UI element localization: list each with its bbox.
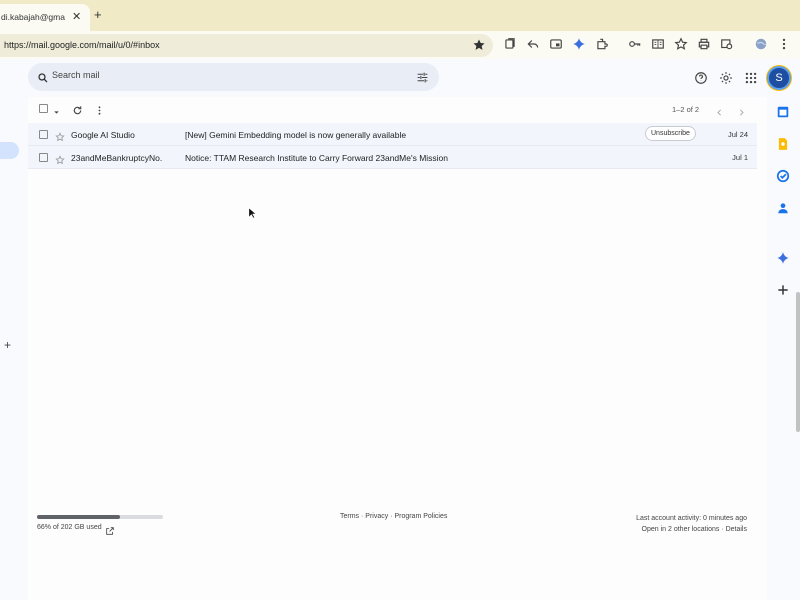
gemini-icon[interactable] xyxy=(776,251,790,270)
tasks-icon[interactable] xyxy=(776,169,790,188)
reading-mode-icon[interactable] xyxy=(651,37,665,51)
open-external-icon[interactable] xyxy=(105,523,115,541)
browser-tab[interactable]: di.kabajah@gmail.com ✕ xyxy=(0,4,90,31)
extensions-icon[interactable] xyxy=(595,37,609,51)
create-label-button[interactable]: + xyxy=(4,338,11,352)
email-checkbox[interactable] xyxy=(39,130,48,139)
calendar-icon[interactable] xyxy=(776,105,790,124)
account-activity: Last account activity: 0 minutes ago Ope… xyxy=(636,513,747,535)
email-sender: Google AI Studio xyxy=(71,130,135,140)
email-subject: Notice: TTAM Research Institute to Carry… xyxy=(185,153,449,163)
email-checkbox[interactable] xyxy=(39,153,48,162)
picture-in-picture-icon[interactable] xyxy=(549,37,563,51)
gmail-header xyxy=(0,59,800,97)
translate-icon[interactable] xyxy=(720,37,734,51)
tab-close-icon[interactable]: ✕ xyxy=(72,10,81,23)
footer-links[interactable]: Terms · Privacy · Program Policies xyxy=(340,513,447,520)
search-bar[interactable] xyxy=(28,63,439,91)
pagination-count: 1–2 of 2 xyxy=(672,105,700,114)
email-subject: [New] Gemini Embedding model is now gene… xyxy=(185,130,407,140)
contacts-icon[interactable] xyxy=(776,201,790,220)
reply-icon[interactable] xyxy=(526,37,540,51)
sidebar-item-inbox[interactable] xyxy=(0,142,19,159)
browser-toolbar: https://mail.google.com/mail/u/0/#inbox xyxy=(0,31,800,59)
star-icon[interactable] xyxy=(55,152,65,170)
star-icon[interactable] xyxy=(55,129,65,147)
mail-list-pane: 1–2 of 2 Google AI Studio [New] Gemini E… xyxy=(28,97,767,600)
storage-usage-text[interactable]: 66% of 202 GB used xyxy=(37,524,102,531)
settings-gear-icon[interactable] xyxy=(719,71,733,90)
more-vert-icon[interactable] xyxy=(777,37,791,51)
unsubscribe-button[interactable]: Unsubscribe xyxy=(645,126,696,141)
search-icon[interactable] xyxy=(37,71,49,89)
gemini-sparkle-icon[interactable] xyxy=(572,37,586,51)
activity-details-link[interactable]: Open in 2 other locations · Details xyxy=(636,524,747,535)
storage-meter-fill xyxy=(37,515,121,519)
bookmark-star-icon[interactable] xyxy=(472,38,486,52)
prev-page-icon[interactable] xyxy=(715,104,724,122)
keep-icon[interactable] xyxy=(776,137,790,156)
password-key-icon[interactable] xyxy=(628,37,642,51)
storage-meter xyxy=(37,515,163,519)
tab-search-icon[interactable] xyxy=(503,37,517,51)
email-date: Jul 1 xyxy=(732,153,748,162)
more-options-icon[interactable] xyxy=(94,103,105,121)
tab-title: di.kabajah@gmail.com xyxy=(1,12,65,22)
profile-globe-icon[interactable] xyxy=(754,37,768,51)
next-page-icon[interactable] xyxy=(737,104,746,122)
mouse-cursor-icon xyxy=(248,206,258,224)
avatar[interactable]: S xyxy=(767,66,791,90)
bookmarks-icon[interactable] xyxy=(674,37,688,51)
tab-strip: di.kabajah@gmail.com ✕ + xyxy=(0,0,800,31)
select-all-checkbox[interactable] xyxy=(39,104,48,113)
email-sender: 23andMeBankruptcyNo. xyxy=(71,153,163,163)
address-bar[interactable]: https://mail.google.com/mail/u/0/#inbox xyxy=(0,34,493,57)
apps-grid-icon[interactable] xyxy=(744,71,758,90)
print-icon[interactable] xyxy=(697,37,711,51)
email-row[interactable]: Google AI Studio [New] Gemini Embedding … xyxy=(28,123,757,146)
help-icon[interactable] xyxy=(694,71,708,90)
search-input[interactable] xyxy=(52,70,352,80)
email-row[interactable]: 23andMeBankruptcyNo. Notice: TTAM Resear… xyxy=(28,146,757,169)
search-options-icon[interactable] xyxy=(416,71,429,89)
url-text[interactable]: https://mail.google.com/mail/u/0/#inbox xyxy=(4,40,160,50)
add-addon-icon[interactable] xyxy=(776,283,790,302)
activity-last: Last account activity: 0 minutes ago xyxy=(636,515,747,522)
select-dropdown-icon[interactable] xyxy=(52,104,61,122)
refresh-icon[interactable] xyxy=(72,103,83,121)
scrollbar[interactable] xyxy=(796,292,800,432)
list-toolbar: 1–2 of 2 xyxy=(28,97,767,121)
email-date: Jul 24 xyxy=(727,130,748,139)
new-tab-button[interactable]: + xyxy=(94,8,102,22)
